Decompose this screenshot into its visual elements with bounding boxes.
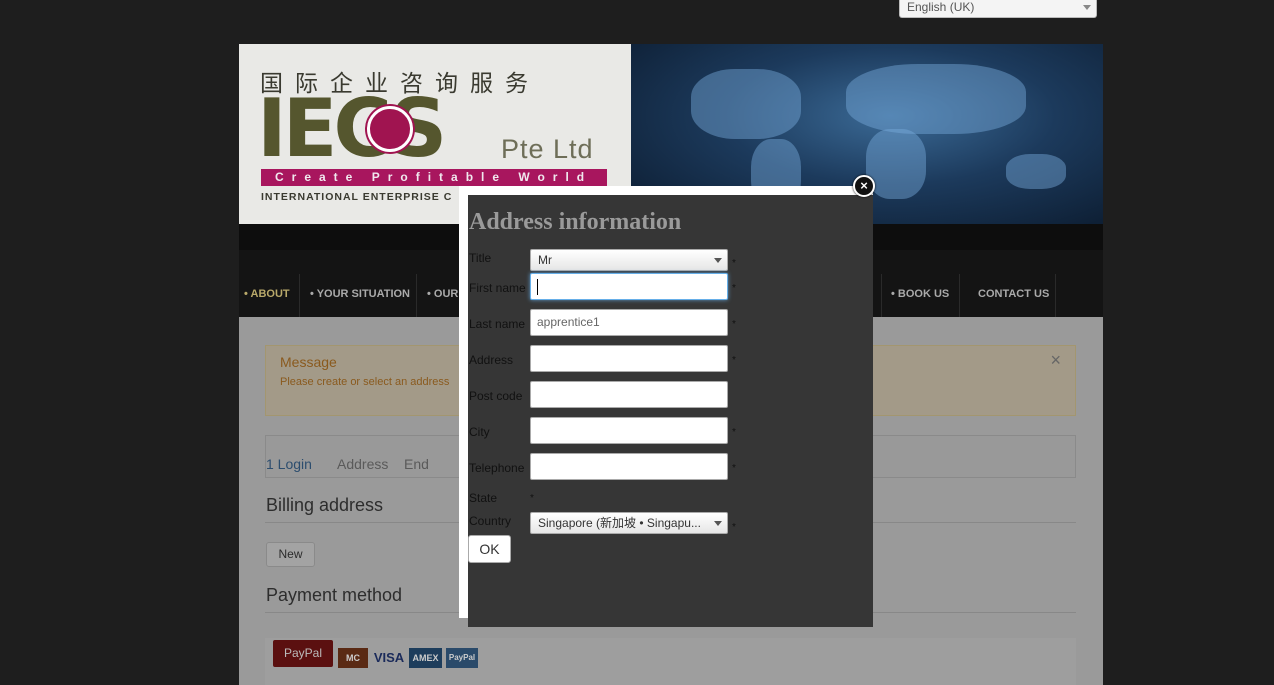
first-name-input[interactable] (530, 273, 728, 300)
country-select[interactable]: Singapore (新加坡 • Singapu... (530, 512, 728, 534)
close-icon[interactable]: × (853, 175, 875, 197)
city-input[interactable] (530, 417, 728, 444)
step-address: Address (337, 456, 389, 472)
logo-wordmark: IECS (257, 82, 447, 175)
mastercard-icon: MC (338, 648, 368, 668)
language-select[interactable]: English (UK) (899, 0, 1097, 18)
message-text: Please create or select an address (280, 376, 450, 388)
amex-icon: AMEX (409, 648, 442, 668)
text-cursor (537, 279, 538, 295)
visa-icon: VISA (373, 650, 405, 665)
step-login[interactable]: 1 Login (266, 456, 312, 472)
required-marker: * (732, 355, 736, 366)
address-dialog: Address information Title Mr * First nam… (468, 195, 873, 627)
step-end: End (404, 456, 429, 472)
payment-methods: PayPal MC VISA AMEX PayPal (265, 638, 1076, 685)
nav-item-your-situation[interactable]: • YOUR SITUATION (310, 288, 410, 300)
title-select-value: Mr (538, 253, 552, 267)
telephone-label: Telephone (469, 461, 525, 475)
required-marker: * (732, 427, 736, 438)
title-select[interactable]: Mr (530, 249, 728, 271)
chevron-down-icon (714, 521, 722, 526)
nav-item-our[interactable]: • OUR (427, 288, 458, 300)
paypal-card-icon: PayPal (446, 648, 478, 668)
logo-company-line: INTERNATIONAL ENTERPRISE C (261, 191, 453, 203)
payment-heading: Payment method (266, 585, 403, 605)
required-marker: * (732, 319, 736, 330)
nav-item-about[interactable]: • ABOUT (244, 288, 290, 300)
post-code-label: Post code (469, 389, 523, 403)
chevron-down-icon (1083, 5, 1091, 10)
paypal-button[interactable]: PayPal (273, 640, 333, 667)
last-name-input[interactable]: apprentice1 (530, 309, 728, 336)
message-title: Message (280, 354, 337, 370)
dialog-title: Address information (469, 209, 682, 235)
required-marker: * (732, 283, 736, 294)
nav-item-book-us[interactable]: • BOOK US (891, 288, 949, 300)
first-name-label: First name (469, 281, 526, 295)
required-marker: * (732, 522, 736, 533)
language-select-value: English (UK) (907, 0, 975, 14)
last-name-label: Last name (469, 317, 526, 331)
required-marker: * (732, 258, 736, 269)
address-input[interactable] (530, 345, 728, 372)
required-marker: * (530, 493, 534, 504)
globe-icon (367, 106, 413, 152)
post-code-input[interactable] (530, 381, 728, 408)
city-label: City (469, 425, 490, 439)
billing-heading: Billing address (266, 495, 384, 515)
close-icon[interactable]: × (1050, 350, 1061, 371)
telephone-input[interactable] (530, 453, 728, 480)
required-marker: * (732, 463, 736, 474)
address-label: Address (469, 353, 514, 367)
country-label: Country (469, 514, 512, 528)
new-address-button[interactable]: New (266, 542, 315, 567)
nav-item-contact-us[interactable]: CONTACT US (978, 288, 1049, 300)
country-select-value: Singapore (新加坡 • Singapu... (538, 516, 701, 530)
logo-slogan: Create Profitable World (261, 169, 607, 186)
ok-button[interactable]: OK (468, 535, 511, 563)
state-label: State (469, 491, 498, 505)
chevron-down-icon (714, 258, 722, 263)
title-label: Title (469, 251, 492, 265)
logo-suffix: Pte Ltd (501, 134, 594, 164)
